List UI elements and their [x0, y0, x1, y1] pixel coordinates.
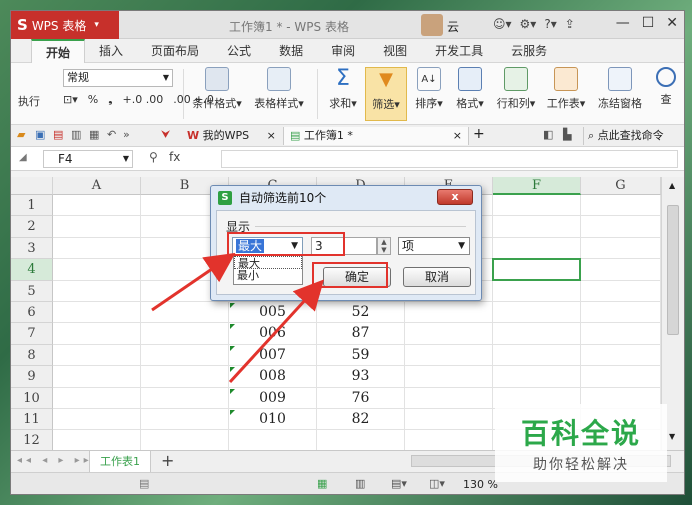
watermark-title: 百科全说: [520, 417, 641, 450]
watermark-subtitle: 助你轻松解决: [533, 457, 629, 473]
arrow-to-ok: [228, 279, 325, 384]
watermark: 百科全说 助你轻松解决: [495, 404, 667, 482]
arrow-to-select: [151, 252, 236, 312]
